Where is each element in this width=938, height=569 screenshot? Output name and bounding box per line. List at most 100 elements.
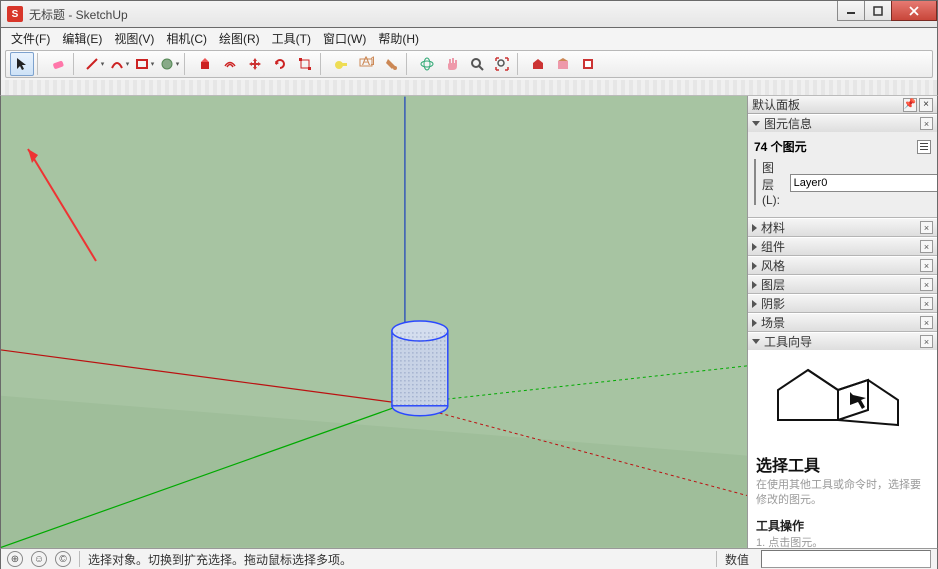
window-controls xyxy=(838,1,937,21)
toolbar-separator xyxy=(184,53,190,75)
zoom-extents-tool[interactable] xyxy=(490,52,514,76)
panel-styles: 风格 × xyxy=(748,256,937,275)
tape-tool[interactable] xyxy=(329,52,353,76)
panel-close-button[interactable]: × xyxy=(920,117,933,130)
panel-header-entity-info[interactable]: 图元信息 × xyxy=(748,114,937,132)
panel-title: 图元信息 xyxy=(764,115,812,132)
tray-header[interactable]: 默认面板 📌 × xyxy=(748,96,937,114)
panel-header-styles[interactable]: 风格 × xyxy=(748,256,937,274)
eraser-tool[interactable] xyxy=(46,52,70,76)
minimize-button[interactable] xyxy=(837,1,865,21)
chevron-down-icon xyxy=(752,339,760,344)
line-tool[interactable]: ▾ xyxy=(82,52,106,76)
panel-header-shadows[interactable]: 阴影 × xyxy=(748,294,937,312)
rotate-tool[interactable] xyxy=(268,52,292,76)
close-button[interactable] xyxy=(891,1,937,21)
ruler xyxy=(0,80,938,96)
toolbar-separator xyxy=(73,53,79,75)
chevron-right-icon xyxy=(752,319,757,327)
panel-close-button[interactable]: × xyxy=(920,240,933,253)
panel-components: 组件× xyxy=(748,237,937,256)
panel-header-components[interactable]: 组件× xyxy=(748,237,937,255)
toolbar-separator xyxy=(37,53,43,75)
viewport-3d[interactable] xyxy=(1,96,747,548)
layer-select[interactable] xyxy=(790,174,937,192)
panel-close-button[interactable]: × xyxy=(920,259,933,272)
panel-entity-info: 图元信息 × 74 个图元 图层(L): ▾ xyxy=(748,114,937,218)
zoom-tool[interactable] xyxy=(465,52,489,76)
scale-tool[interactable] xyxy=(293,52,317,76)
menu-help[interactable]: 帮助(H) xyxy=(372,28,425,49)
maximize-button[interactable] xyxy=(864,1,892,21)
pan-tool[interactable] xyxy=(440,52,464,76)
arc-tool[interactable]: ▾ xyxy=(107,52,131,76)
panel-title: 阴影 xyxy=(761,295,785,312)
paint-tool[interactable] xyxy=(379,52,403,76)
toolbar-container: ▾ ▾ ▾ ▾ A1 xyxy=(0,48,938,80)
warehouse-3d-tool[interactable] xyxy=(526,52,550,76)
panel-body-entity-info: 74 个图元 图层(L): ▾ xyxy=(748,132,937,217)
menu-file[interactable]: 文件(F) xyxy=(5,28,56,49)
instructor-illustration xyxy=(756,356,929,448)
panel-close-button[interactable]: × xyxy=(920,221,933,234)
panel-close-button[interactable]: × xyxy=(920,335,933,348)
menu-tools[interactable]: 工具(T) xyxy=(266,28,317,49)
move-tool[interactable] xyxy=(243,52,267,76)
extension-warehouse-tool[interactable] xyxy=(551,52,575,76)
select-tool[interactable] xyxy=(10,52,34,76)
material-swatch[interactable] xyxy=(754,159,756,205)
pushpull-tool[interactable] xyxy=(193,52,217,76)
offset-tool[interactable] xyxy=(218,52,242,76)
toolbar-separator xyxy=(406,53,412,75)
instructor-body: 选择工具 在使用其他工具或命令时，选择要修改的图元。 工具操作 1. 点击图元。… xyxy=(748,350,937,548)
status-divider xyxy=(716,551,717,567)
panel-header-layers[interactable]: 图层× xyxy=(748,275,937,293)
orbit-tool[interactable] xyxy=(415,52,439,76)
chevron-right-icon xyxy=(752,281,757,289)
tray-title: 默认面板 xyxy=(752,96,800,113)
menu-view[interactable]: 视图(V) xyxy=(108,28,160,49)
instructor-step: 1. 点击图元。 xyxy=(756,534,929,548)
status-geo-icon[interactable]: ⊕ xyxy=(7,551,23,567)
tray-close-button[interactable]: × xyxy=(919,98,933,112)
menu-camera[interactable]: 相机(C) xyxy=(160,28,213,49)
tray-pin-button[interactable]: 📌 xyxy=(903,98,917,112)
panel-close-button[interactable]: × xyxy=(920,278,933,291)
toolbar-separator xyxy=(320,53,326,75)
chevron-right-icon xyxy=(752,224,757,232)
circle-tool[interactable]: ▾ xyxy=(157,52,181,76)
entity-count-label: 74 个图元 xyxy=(754,138,807,155)
panel-title: 风格 xyxy=(761,257,785,274)
panel-header-scenes[interactable]: 场景 × xyxy=(748,313,937,331)
svg-text:A1: A1 xyxy=(362,56,374,68)
menu-window[interactable]: 窗口(W) xyxy=(317,28,372,49)
titlebar: S 无标题 - SketchUp xyxy=(0,0,938,28)
chevron-right-icon xyxy=(752,300,757,308)
text-tool[interactable]: A1 xyxy=(354,52,378,76)
send-to-layout-tool[interactable] xyxy=(576,52,600,76)
menu-draw[interactable]: 绘图(R) xyxy=(213,28,266,49)
shape-tool[interactable]: ▾ xyxy=(132,52,156,76)
panel-close-button[interactable]: × xyxy=(920,297,933,310)
panel-header-materials[interactable]: 材料× xyxy=(748,218,937,236)
menu-edit[interactable]: 编辑(E) xyxy=(56,28,108,49)
panel-shadows: 阴影 × xyxy=(748,294,937,313)
chevron-down-icon xyxy=(752,121,760,126)
measurement-label: 数值 xyxy=(725,551,753,568)
menubar: 文件(F) 编辑(E) 视图(V) 相机(C) 绘图(R) 工具(T) 窗口(W… xyxy=(0,28,938,48)
panel-close-button[interactable]: × xyxy=(920,316,933,329)
status-bar: ⊕ ☺ © 选择对象。切换到扩充选择。拖动鼠标选择多项。 数值 xyxy=(0,548,938,569)
measurement-input[interactable] xyxy=(761,550,931,568)
window-title: 无标题 - SketchUp xyxy=(29,6,128,23)
layer-label: 图层(L): xyxy=(762,159,786,207)
status-user-icon[interactable]: ☺ xyxy=(31,551,47,567)
status-credit-icon[interactable]: © xyxy=(55,551,71,567)
scene-canvas xyxy=(1,96,747,548)
annotation-arrow-icon xyxy=(16,141,106,271)
panel-instructor: 工具向导× 选择工具 在使用其他工具或命令时，选择要修改的图元。 工具操作 1.… xyxy=(748,332,937,548)
panel-header-instructor[interactable]: 工具向导× xyxy=(748,332,937,350)
panel-menu-button[interactable] xyxy=(917,140,931,154)
tray-panel: 默认面板 📌 × 图元信息 × 74 个图元 xyxy=(747,96,937,548)
panel-scenes: 场景 × xyxy=(748,313,937,332)
panel-title: 场景 xyxy=(761,314,785,331)
